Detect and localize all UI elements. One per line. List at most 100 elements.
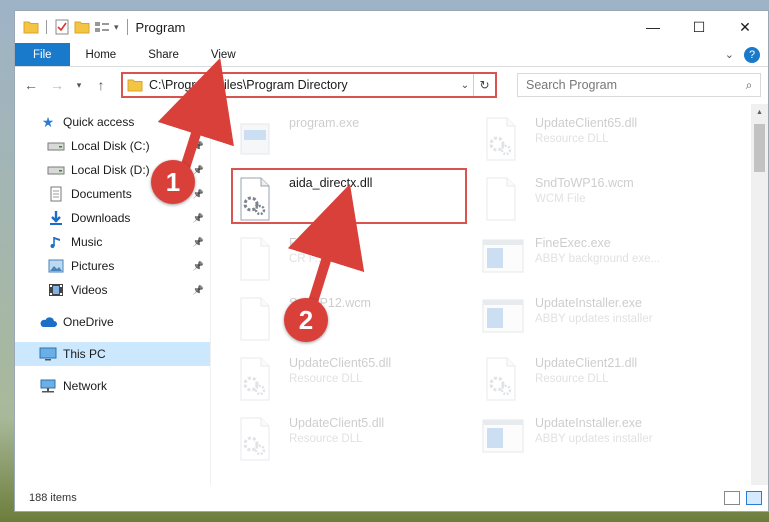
chevron-down-icon: ▾ xyxy=(76,79,82,90)
close-button[interactable]: ✕ xyxy=(722,11,768,43)
up-button[interactable]: ↑ xyxy=(91,75,111,95)
file-type: WCM File xyxy=(535,193,586,205)
sidebar-item-label: Videos xyxy=(71,283,108,297)
file-icon xyxy=(235,296,277,344)
file-name: UpdateClient65.dll xyxy=(535,116,638,130)
pin-icon[interactable]: 📌 xyxy=(193,285,204,296)
file-item[interactable]: UpdateClient65.dll Resource DLL xyxy=(481,114,731,170)
file-type: ABBY updates installer xyxy=(535,313,653,325)
dll-icon xyxy=(481,116,523,164)
nav-label: Quick access xyxy=(63,115,135,129)
file-icon xyxy=(481,176,523,224)
forward-button[interactable]: → xyxy=(47,75,67,95)
file-name: UpdateClient65.dll xyxy=(289,356,392,370)
toolbar-separator xyxy=(46,20,47,34)
file-name: UpdateInstaller.exe xyxy=(535,296,643,310)
scroll-up-icon[interactable]: ▲ xyxy=(751,104,768,121)
cloud-icon xyxy=(39,314,57,330)
address-dropdown-icon[interactable]: ⌄ xyxy=(457,80,473,91)
file-item[interactable]: UpdateClient5.dll Resource DLL xyxy=(235,414,485,470)
pictures-icon xyxy=(47,258,65,274)
file-item[interactable]: UpdateInstaller.exe ABBY updates installe… xyxy=(481,414,731,470)
file-name: program.exe xyxy=(289,116,360,130)
nav-this-pc[interactable]: This PC xyxy=(15,342,210,366)
sidebar-item-label: Pictures xyxy=(71,259,115,273)
vertical-scrollbar[interactable]: ▲ xyxy=(751,104,768,485)
ribbon-right: ⌄ ? xyxy=(725,43,768,66)
new-folder-icon[interactable] xyxy=(74,20,90,34)
sidebar-item-videos[interactable]: Videos 📌 xyxy=(15,278,210,302)
nav-quick-access[interactable]: ★ Quick access xyxy=(15,110,210,134)
pinned-list: Local Disk (C:) 📌 Local Disk (D:) 📌 Document… xyxy=(15,134,210,302)
file-type: Resource DLL xyxy=(535,373,609,385)
file-item[interactable]: S...WP12.wcm...e xyxy=(235,294,485,350)
expand-ribbon-icon[interactable]: ⌄ xyxy=(725,48,734,61)
file-item[interactable]: UpdateClient21.dll Resource DLL xyxy=(481,354,731,410)
tab-view[interactable]: View xyxy=(195,43,252,66)
sidebar-item-music[interactable]: Music 📌 xyxy=(15,230,210,254)
pin-icon[interactable]: 📌 xyxy=(193,213,204,224)
details-view-icon[interactable] xyxy=(724,491,740,505)
dll-icon xyxy=(235,416,277,464)
scroll-thumb[interactable] xyxy=(754,124,765,172)
exe-icon xyxy=(235,116,277,164)
videos-icon xyxy=(47,282,65,298)
address-path[interactable]: C:\Program Files\Program Directory xyxy=(149,78,348,92)
nav-label: Network xyxy=(63,379,108,393)
close-icon: ✕ xyxy=(739,18,751,35)
file-type: ABBY background exe... xyxy=(535,253,661,265)
file-item[interactable]: FineExec.exe ABBY background exe... xyxy=(481,234,731,290)
quick-access-toolbar: ▾ xyxy=(23,19,119,35)
search-box[interactable]: Search Program ⌕ xyxy=(517,73,761,97)
tab-home[interactable]: Home xyxy=(70,43,133,66)
sidebar-item-label: Local Disk (C:) xyxy=(71,139,150,153)
file-item[interactable]: UpdateClient65.dll Resource DLL xyxy=(235,354,485,410)
properties-icon[interactable] xyxy=(54,19,70,35)
sidebar-item-pictures[interactable]: Pictures 📌 xyxy=(15,254,210,278)
pin-icon[interactable]: 📌 xyxy=(193,141,204,152)
file-list: UpdateInstaller.exe ABBY updates installe… xyxy=(211,104,768,485)
back-button[interactable]: ← xyxy=(21,75,41,95)
tab-share[interactable]: Share xyxy=(132,43,195,66)
explorer-window: ▾ Program — ☐ ✕ File Home Share View ⌄ ?… xyxy=(14,10,769,512)
tab-file[interactable]: File xyxy=(15,43,70,66)
refresh-button[interactable]: ↻ xyxy=(473,74,495,96)
recent-locations-button[interactable]: ▾ xyxy=(73,75,85,95)
folder-icon xyxy=(23,21,39,34)
pin-icon[interactable]: 📌 xyxy=(193,189,204,200)
file-item[interactable]: FastRe...k CR F... xyxy=(235,234,485,290)
downloads-icon xyxy=(47,210,65,226)
computer-icon xyxy=(39,346,57,362)
file-item[interactable]: UpdateInstaller.exe ABBY updates installe… xyxy=(481,294,731,350)
pin-icon[interactable]: 📌 xyxy=(193,237,204,248)
title-separator xyxy=(126,19,128,35)
help-icon[interactable]: ? xyxy=(744,46,760,63)
file-type: Resource DLL xyxy=(535,133,609,145)
file-name: UpdateClient21.dll xyxy=(535,356,638,370)
maximize-button[interactable]: ☐ xyxy=(676,11,722,43)
network-icon xyxy=(39,378,57,394)
sidebar-item-label: Local Disk (D:) xyxy=(71,163,150,177)
nav-network[interactable]: Network xyxy=(15,374,210,398)
file-item[interactable]: aida_directx.dll xyxy=(235,174,485,230)
sidebar-item-local-disk-c[interactable]: Local Disk (C:) 📌 xyxy=(15,134,210,158)
title-bar: ▾ Program — ☐ ✕ xyxy=(15,11,768,43)
file-type: Resource DLL xyxy=(289,433,363,445)
search-input[interactable]: Search Program xyxy=(526,78,738,92)
pin-icon[interactable]: 📌 xyxy=(193,261,204,272)
address-bar[interactable]: C:\Program Files\Program Directory ⌄ ↻ xyxy=(121,72,497,98)
sidebar-item-label: Documents xyxy=(71,187,132,201)
file-item[interactable]: SndToWP16.wcm WCM File xyxy=(481,174,731,230)
pin-icon[interactable]: 📌 xyxy=(193,165,204,176)
tiles-view-icon[interactable] xyxy=(746,491,762,505)
file-type: Resource DLL xyxy=(289,373,363,385)
minimize-button[interactable]: — xyxy=(630,11,676,43)
file-item[interactable]: program.exe xyxy=(235,114,485,170)
sidebar-item-downloads[interactable]: Downloads 📌 xyxy=(15,206,210,230)
arrow-right-icon: → xyxy=(50,77,64,93)
view-options-icon[interactable] xyxy=(94,20,110,34)
nav-label: OneDrive xyxy=(63,315,114,329)
qat-customize-icon[interactable]: ▾ xyxy=(114,22,119,33)
explorer-body: ★ Quick access Local Disk (C:) 📌 Local Dis… xyxy=(15,104,768,485)
nav-onedrive[interactable]: OneDrive xyxy=(15,310,210,334)
